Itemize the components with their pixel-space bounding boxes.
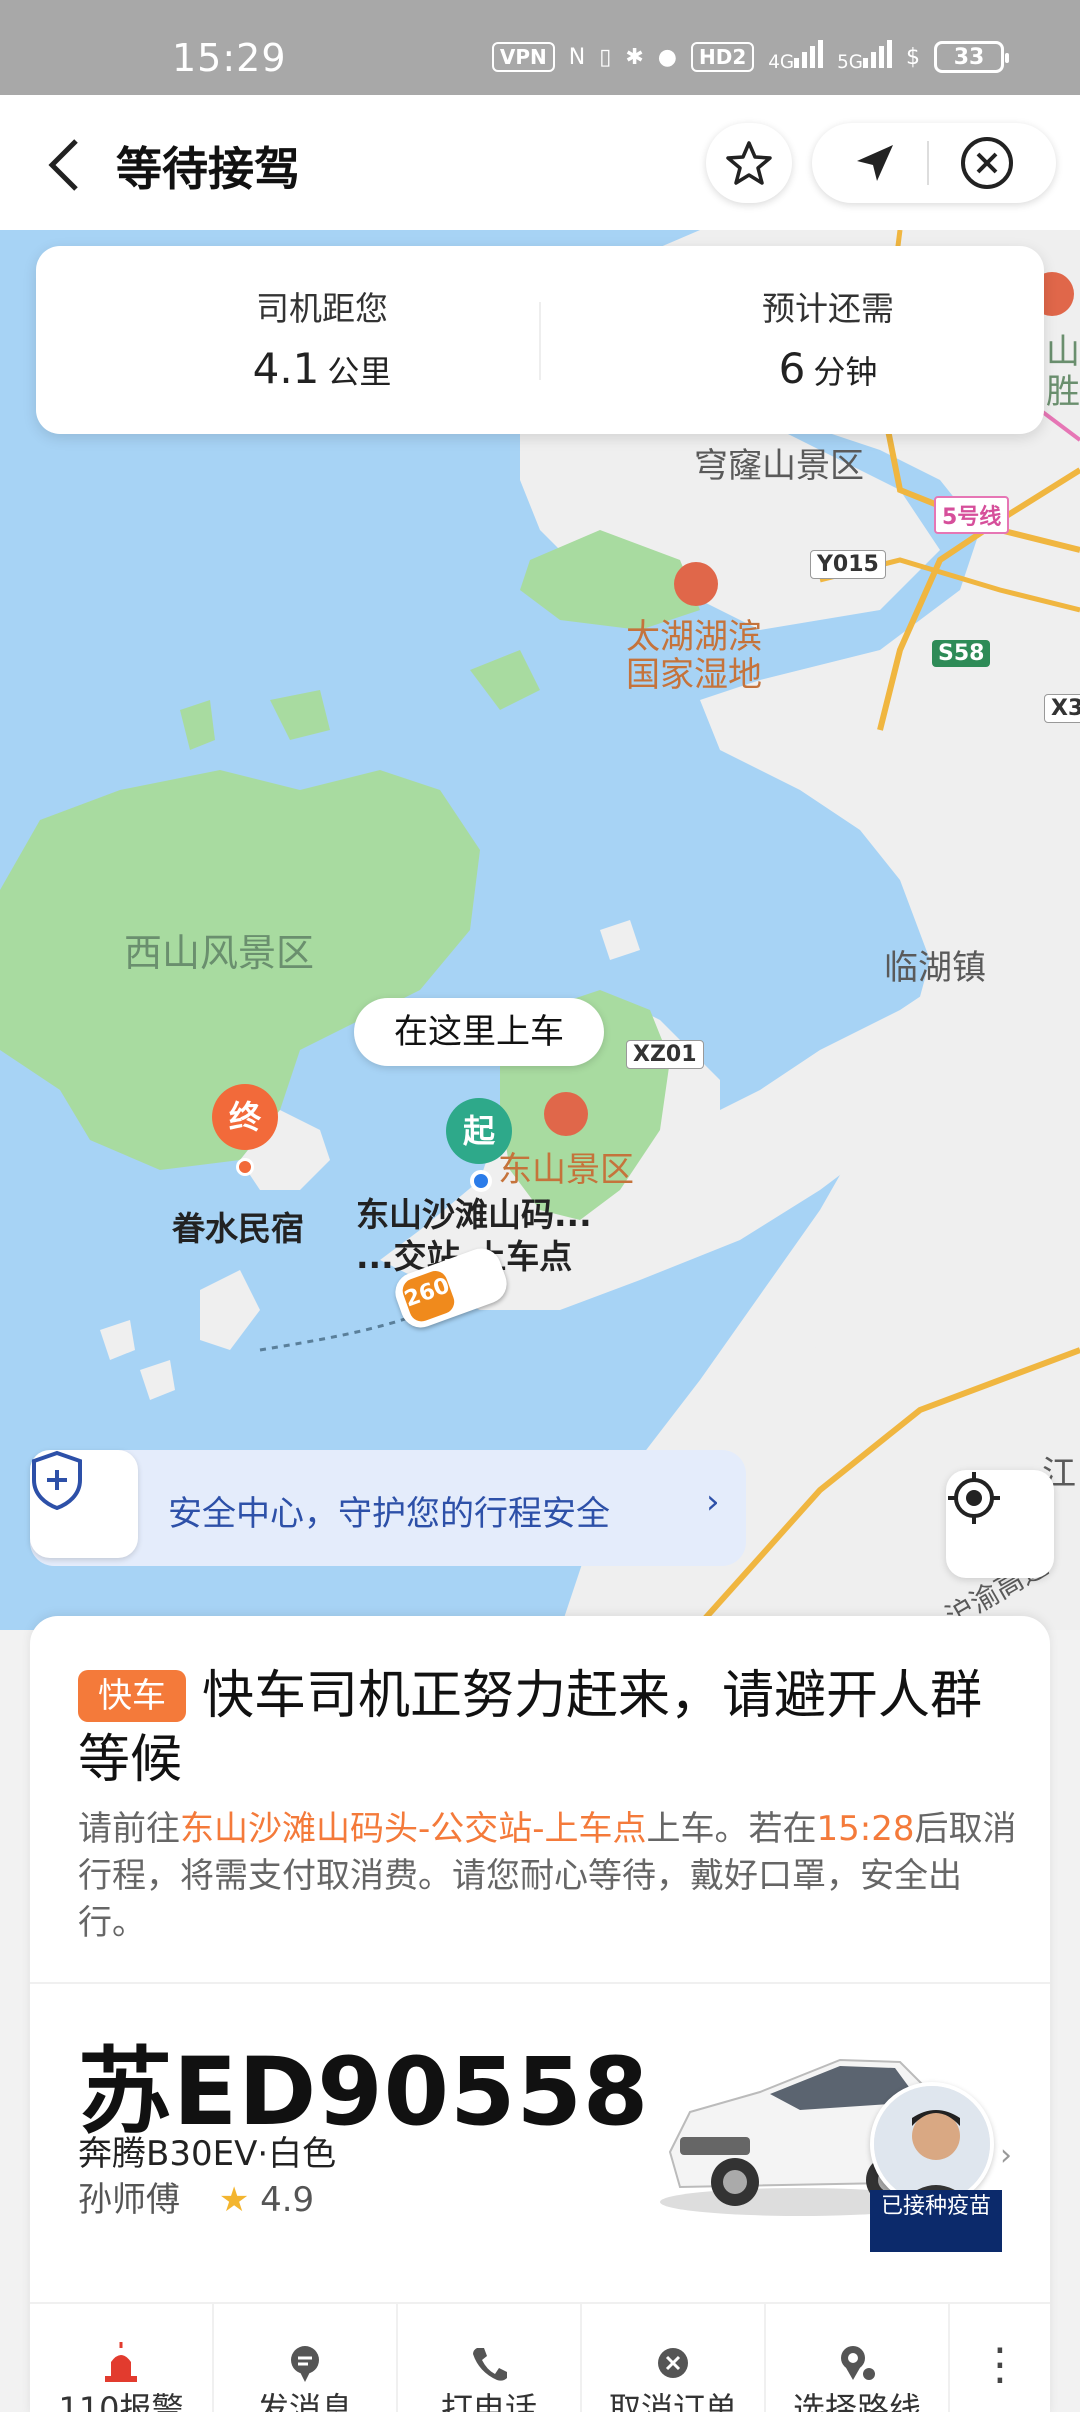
map-view[interactable]: 穹窿山景区 太湖湖滨国家湿地 西山风景区 临湖镇 东山景区 眷水民宿 东山沙滩山… [0,230,1080,1630]
map-label-xishan: 西山风景区 [124,931,315,975]
favorite-button[interactable] [706,123,792,203]
driver-info: 孙师傅 ★ 4.9 [78,2172,314,2221]
poi-taihu-icon[interactable] [674,562,718,606]
vibrate-icon: ▯ [599,44,612,70]
cancel-order-button[interactable]: 取消订单 [582,2304,766,2412]
road-tag-line5: 5号线 [934,496,1010,534]
safety-text: 安全中心，守护您的行程安全 [168,1494,610,1534]
distance-value: 4.1 公里 [252,344,392,393]
eta-block: 预计还需 6 分钟 [628,282,1028,393]
map-label-sheng: 胜 [1046,372,1080,412]
road-tag-y015: Y015 [810,550,886,579]
map-label-taihu-wetland: 太湖湖滨国家湿地 [626,617,762,695]
driver-name: 孙师傅 [78,2180,180,2220]
nfc-icon: N [568,44,586,70]
notice-prefix: 请前往 [78,1809,180,1849]
star-icon [726,141,772,185]
divider [30,1982,1050,1984]
order-sheet: 快车 快车司机正努力赶来，请避开人群等候 请前往东山沙滩山码头-公交站-上车点上车… [30,1616,1050,2412]
header: 等待接驾 [0,95,1080,230]
message-label: 发消息 [256,2390,353,2412]
vaccine-badge: 已接种疫苗 [870,2190,1002,2252]
start-marker[interactable]: 起 [446,1098,512,1164]
action-bar: 110报警 发消息 打电话 取消订单 选择路线 ⋮ [30,2302,1050,2412]
chevron-right-icon: › [706,1482,720,1522]
bluetooth-icon: ✱ [625,44,644,70]
hd-icon: HD2 [690,42,755,72]
notice-mid: 上车。若在 [646,1809,817,1849]
page-title: 等待接驾 [116,142,300,196]
route-button[interactable]: 选择路线 [766,2304,950,2412]
car-model: 奔腾B30EV·白色 [78,2134,337,2174]
separator [927,141,929,185]
route-label: 选择路线 [792,2390,921,2412]
order-status: 快车 快车司机正努力赶来，请避开人群等候 [78,1664,1028,1792]
road-tag-s58: S58 [932,640,991,667]
call-label: 打电话 [440,2390,537,2412]
end-marker[interactable]: 终 [212,1084,278,1150]
back-icon[interactable] [42,135,92,195]
navigate-icon[interactable] [853,141,897,185]
message-icon [291,2346,319,2382]
alarm-label: 110报警 [58,2390,184,2412]
crosshair-icon [948,1472,1000,1524]
distance-block: 司机距您 4.1 公里 [122,282,522,393]
end-dot-icon [236,1158,254,1176]
battery-icon: 33 [934,41,1009,73]
map-label-juanshui: 眷水民宿 [172,1209,304,1248]
safety-center-banner[interactable]: 安全中心，守护您的行程安全 › [30,1450,746,1566]
map-label-linhu: 临湖镇 [884,948,986,988]
signal-5g-icon: 5G [837,40,892,74]
status-icons: VPN N ▯ ✱ ● HD2 4G 5G $ 33 [491,40,1009,74]
divider [539,302,541,380]
header-actions [812,123,1056,203]
trip-info-card: 司机距您 4.1 公里 预计还需 6 分钟 [36,246,1044,434]
map-label-dongshan: 东山景区 [498,1150,634,1190]
call-button[interactable]: 打电话 [398,2304,582,2412]
map-label-qionglong: 穹窿山景区 [694,446,864,486]
driver-avatar[interactable] [870,2082,994,2206]
vpn-icon: VPN [491,42,555,72]
status-bar: 15:29 VPN N ▯ ✱ ● HD2 4G 5G $ 33 [0,0,1080,95]
notice-time: 15:28 [816,1809,915,1849]
notice-place: 东山沙滩山码头-公交站-上车点 [180,1809,647,1849]
star-icon: ★ [218,2180,250,2220]
poi-dongshan-icon[interactable] [544,1092,588,1136]
location-icon: ● [657,44,677,70]
road-tag-x3: X3 [1044,694,1080,723]
locate-button[interactable] [946,1470,1054,1578]
distance-label: 司机距您 [256,289,388,328]
road-tag-xz01: XZ01 [626,1040,704,1069]
eta-value: 6 分钟 [778,344,878,393]
message-button[interactable]: 发消息 [214,2304,398,2412]
cancel-label: 取消订单 [608,2390,737,2412]
service-tag: 快车 [78,1670,186,1722]
close-icon[interactable] [959,135,1015,191]
route-icon [841,2346,875,2380]
chevron-right-icon[interactable]: › [1000,2138,1012,2173]
status-title-text: 快车司机正努力赶来，请避开人群等候 [78,1666,983,1790]
phone-icon [473,2348,507,2381]
cancel-notice: 请前往东山沙滩山码头-公交站-上车点上车。若在15:28后取消行程，将需支付取消… [78,1806,1028,1947]
eta-label: 预计还需 [762,289,894,328]
user-location-icon [470,1170,492,1192]
cancel-icon [658,2348,688,2378]
clock: 15:29 [172,36,287,80]
alarm-button[interactable]: 110报警 [30,2304,214,2412]
pickup-bubble[interactable]: 在这里上车 [354,998,604,1066]
shield-icon [30,1450,138,1558]
more-button[interactable]: ⋮ [950,2304,1050,2412]
driver-rating: 4.9 [260,2180,315,2220]
alarm-icon [105,2342,137,2382]
shield-status-icon: $ [906,44,920,70]
more-icon: ⋮ [978,2339,1022,2390]
signal-4g-icon: 4G [768,40,824,74]
